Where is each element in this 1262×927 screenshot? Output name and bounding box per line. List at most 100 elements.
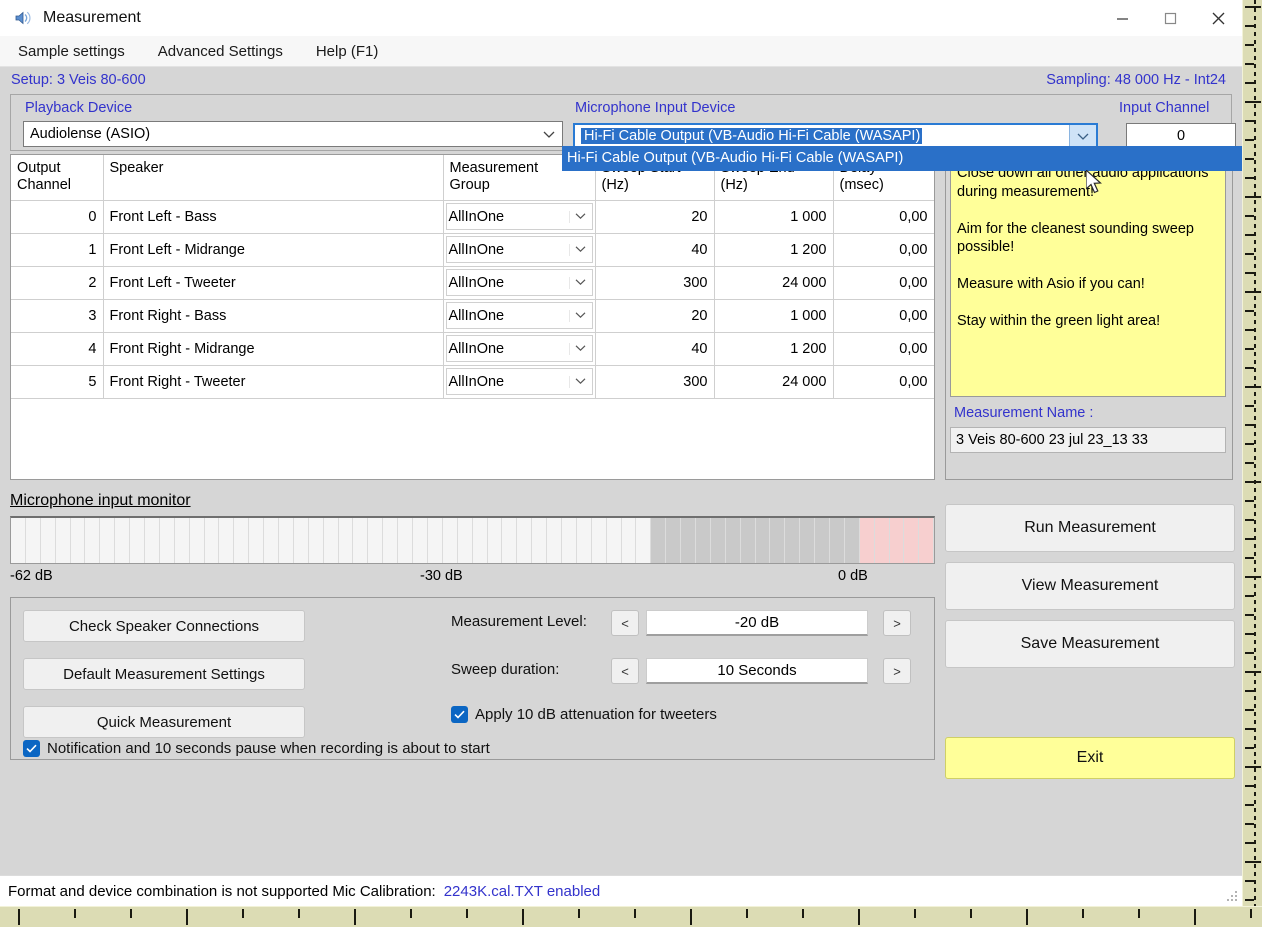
cell-output-channel[interactable]: 0 (11, 200, 104, 234)
cell-sweep-start[interactable]: 300 (595, 266, 715, 300)
cell-sweep-start[interactable]: 20 (595, 299, 715, 333)
measurement-table[interactable]: Output Channel Speaker Measurement Group… (10, 154, 935, 480)
cell-output-channel[interactable]: 2 (11, 266, 104, 300)
minimize-icon[interactable] (1098, 0, 1146, 36)
menu-sample-settings[interactable]: Sample settings (18, 43, 125, 60)
attenuation-checkbox-row[interactable]: Apply 10 dB attenuation for tweeters (451, 706, 717, 723)
chevron-down-icon[interactable] (568, 243, 592, 256)
ruler-tick (1245, 842, 1254, 844)
measurement-level-increment[interactable]: > (883, 610, 911, 636)
cell-output-channel[interactable]: 3 (11, 299, 104, 333)
measurement-group-combo[interactable]: AllInOne (445, 335, 593, 362)
chevron-down-icon[interactable] (568, 276, 592, 289)
measurement-level-field[interactable]: -20 dB (646, 610, 868, 636)
meter-segment (383, 518, 399, 563)
cell-measurement-group[interactable]: AllInOne (443, 299, 596, 333)
measurement-group-combo[interactable]: AllInOne (445, 368, 593, 395)
default-measurement-settings-button[interactable]: Default Measurement Settings (23, 658, 305, 690)
cell-sweep-end[interactable]: 1 000 (714, 200, 834, 234)
ruler-tick (1245, 576, 1261, 578)
chevron-down-icon[interactable] (568, 309, 592, 322)
dropdown-option-0[interactable]: Hi-Fi Cable Output (VB-Audio Hi-Fi Cable… (562, 146, 1242, 171)
measurement-group-combo[interactable]: AllInOne (445, 302, 593, 329)
measurement-name-field[interactable]: 3 Veis 80-600 23 jul 23_13 33 (950, 427, 1226, 453)
cell-measurement-group[interactable]: AllInOne (443, 332, 596, 366)
table-row[interactable]: 5 Front Right - Tweeter AllInOne 300 24 000 0… (11, 365, 934, 399)
cell-measurement-group[interactable]: AllInOne (443, 200, 596, 234)
col-speaker[interactable]: Speaker (103, 155, 444, 201)
check-speaker-connections-button[interactable]: Check Speaker Connections (23, 610, 305, 642)
meter-segment (532, 518, 548, 563)
title-bar[interactable]: Measurement (0, 0, 1242, 36)
cell-speaker[interactable]: Front Left - Tweeter (103, 266, 444, 300)
sweep-duration-field[interactable]: 10 Seconds (646, 658, 868, 684)
quick-measurement-button[interactable]: Quick Measurement (23, 706, 305, 738)
cell-output-channel[interactable]: 4 (11, 332, 104, 366)
table-row[interactable]: 3 Front Right - Bass AllInOne 20 1 000 0,00 (11, 299, 934, 333)
cell-sweep-start[interactable]: 40 (595, 233, 715, 267)
cell-sweep-end[interactable]: 1 200 (714, 332, 834, 366)
cell-delay[interactable]: 0,00 (833, 365, 934, 399)
cell-measurement-group[interactable]: AllInOne (443, 233, 596, 267)
cell-delay[interactable]: 0,00 (833, 299, 934, 333)
cell-output-channel[interactable]: 1 (11, 233, 104, 267)
cell-speaker[interactable]: Front Right - Midrange (103, 332, 444, 366)
screen-ruler-horizontal[interactable] (0, 906, 1262, 927)
cell-measurement-group[interactable]: AllInOne (443, 365, 596, 399)
cell-speaker[interactable]: Front Right - Tweeter (103, 365, 444, 399)
cell-delay[interactable]: 0,00 (833, 233, 934, 267)
microphone-device-dropdown-list[interactable]: Hi-Fi Cable Output (VB-Audio Hi-Fi Cable… (562, 146, 1242, 171)
cell-output-channel[interactable]: 5 (11, 365, 104, 399)
measurement-group-combo[interactable]: AllInOne (445, 203, 593, 230)
chevron-down-icon[interactable] (1069, 125, 1096, 147)
cell-sweep-end[interactable]: 1 000 (714, 299, 834, 333)
menu-advanced-settings[interactable]: Advanced Settings (158, 43, 283, 60)
sweep-duration-increment[interactable]: > (883, 658, 911, 684)
run-measurement-button[interactable]: Run Measurement (945, 504, 1235, 552)
cell-sweep-start[interactable]: 40 (595, 332, 715, 366)
table-row[interactable]: 1 Front Left - Midrange AllInOne 40 1 200 0,0… (11, 233, 934, 267)
meter-segment (710, 518, 726, 563)
sweep-duration-decrement[interactable]: < (611, 658, 639, 684)
notification-checkbox-row[interactable]: Notification and 10 seconds pause when r… (23, 740, 490, 757)
cell-sweep-start[interactable]: 20 (595, 200, 715, 234)
sweep-duration-value: 10 Seconds (717, 662, 797, 679)
close-icon[interactable] (1194, 0, 1242, 36)
view-measurement-button[interactable]: View Measurement (945, 562, 1235, 610)
table-row[interactable]: 0 Front Left - Bass AllInOne 20 1 000 0,00 (11, 200, 934, 234)
col-output-channel[interactable]: Output Channel (11, 155, 104, 201)
resize-grip-icon[interactable] (1226, 890, 1238, 902)
cell-delay[interactable]: 0,00 (833, 200, 934, 234)
cell-sweep-start[interactable]: 300 (595, 365, 715, 399)
controls-panel: Check Speaker Connections Default Measur… (10, 597, 935, 760)
cell-sweep-end[interactable]: 24 000 (714, 365, 834, 399)
save-measurement-button[interactable]: Save Measurement (945, 620, 1235, 668)
cell-sweep-end[interactable]: 1 200 (714, 233, 834, 267)
measurement-level-decrement[interactable]: < (611, 610, 639, 636)
meter-segment (547, 518, 562, 563)
microphone-input-device-value-wrap: Hi-Fi Cable Output (VB-Audio Hi-Fi Cable… (575, 128, 1069, 144)
ruler-tick (1245, 367, 1254, 369)
cell-sweep-end[interactable]: 24 000 (714, 266, 834, 300)
chevron-down-icon[interactable] (568, 210, 592, 223)
table-row[interactable]: 4 Front Right - Midrange AllInOne 40 1 200 0,… (11, 332, 934, 366)
meter-scale-left: -62 dB (10, 568, 53, 584)
exit-button[interactable]: Exit (945, 737, 1235, 779)
ruler-tick (1245, 101, 1261, 103)
cell-delay[interactable]: 0,00 (833, 332, 934, 366)
cell-speaker[interactable]: Front Left - Midrange (103, 233, 444, 267)
menu-help[interactable]: Help (F1) (316, 43, 379, 60)
chevron-down-icon[interactable] (568, 342, 592, 355)
measurement-group-combo[interactable]: AllInOne (445, 236, 593, 263)
cell-measurement-group[interactable]: AllInOne (443, 266, 596, 300)
cell-delay[interactable]: 0,00 (833, 266, 934, 300)
maximize-icon[interactable] (1146, 0, 1194, 36)
playback-device-combo[interactable]: Audiolense (ASIO) (23, 121, 563, 147)
measurement-group-combo[interactable]: AllInOne (445, 269, 593, 296)
cell-speaker[interactable]: Front Right - Bass (103, 299, 444, 333)
screen-ruler-vertical[interactable] (1242, 0, 1262, 926)
table-row[interactable]: 2 Front Left - Tweeter AllInOne 300 24 000 0,… (11, 266, 934, 300)
ruler-tick (1245, 310, 1254, 312)
chevron-down-icon[interactable] (568, 375, 592, 388)
cell-speaker[interactable]: Front Left - Bass (103, 200, 444, 234)
